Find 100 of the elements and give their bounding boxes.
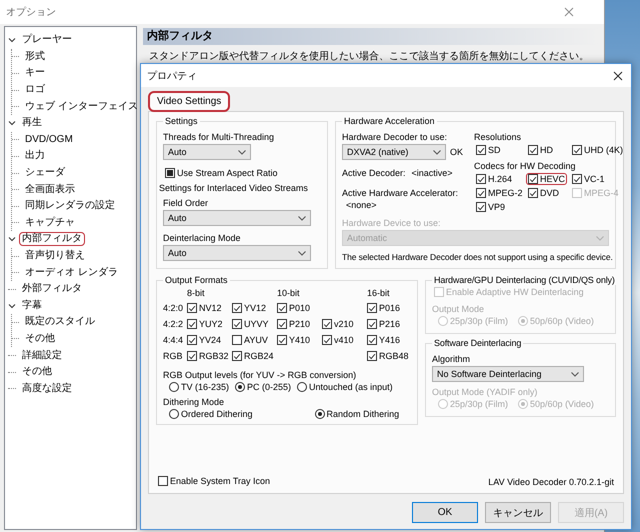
caret-icon <box>596 236 604 240</box>
tree-item[interactable]: 全画面表示 <box>22 182 78 197</box>
caret-icon <box>571 372 579 376</box>
tree-item[interactable]: 再生 <box>19 116 45 130</box>
tree-item[interactable]: シェーダ <box>22 166 68 180</box>
row-label: RGB <box>163 351 183 361</box>
format-checkbox[interactable]: Y416 <box>365 334 402 346</box>
field-label: Hardware Decoder to use: <box>342 132 448 142</box>
group-title: Output Formats <box>164 275 229 285</box>
tree-item[interactable]: プレーヤー <box>19 33 75 48</box>
version-text: LAV Video Decoder 0.70.2.1-git <box>488 477 615 487</box>
tree-item[interactable]: ウェブ インターフェイス <box>22 100 141 114</box>
column-header: 10-bit <box>276 288 300 298</box>
tree-item[interactable]: 出力 <box>22 149 48 164</box>
section-label: RGB Output levels (for YUV -> RGB conversion) <box>163 370 358 380</box>
chevron-down-icon[interactable] <box>8 302 16 310</box>
tree-item[interactable]: その他 <box>22 332 58 346</box>
field-label: Threads for Multi-Threading <box>163 132 276 142</box>
dithering-radio[interactable]: Random Dithering <box>314 409 400 419</box>
tree-item[interactable]: その他 <box>19 365 55 380</box>
row-label: 4:2:2 <box>163 319 184 329</box>
column-header: 16-bit <box>366 288 390 298</box>
format-checkbox[interactable]: NV12 <box>185 302 224 314</box>
tree-item[interactable]: ロゴ <box>22 83 48 98</box>
group-title: Hardware/GPU Deinterlacing (CUVID/QS only) <box>433 275 616 285</box>
format-checkbox[interactable]: RGB24 <box>230 350 276 362</box>
format-checkbox[interactable]: Y410 <box>275 334 312 346</box>
dithering-radio[interactable]: Ordered Dithering <box>169 409 253 419</box>
tree-item[interactable]: 既定のスタイル <box>22 315 98 330</box>
codec-checkbox[interactable]: HEVC <box>526 173 568 185</box>
tree-item[interactable]: 詳細設定 <box>19 348 65 363</box>
decoder-dropdown[interactable]: DXVA2 (native) <box>342 144 446 160</box>
chevron-down-icon[interactable] <box>8 119 16 128</box>
rgb-level-radio[interactable]: TV (16-235) <box>169 382 230 392</box>
format-checkbox[interactable]: YV12 <box>230 302 268 314</box>
section-label: Dithering Mode <box>163 397 226 407</box>
tray-icon-checkbox[interactable]: Enable System Tray Icon <box>156 475 272 487</box>
tree-item[interactable]: 内部フィルタ <box>19 232 85 246</box>
group-title: Hardware Acceleration <box>343 116 436 126</box>
format-checkbox[interactable]: v210 <box>320 318 356 330</box>
resolution-checkbox[interactable]: HD <box>526 144 555 156</box>
field-label: Deinterlacing Mode <box>163 233 242 243</box>
caret-icon <box>298 216 306 220</box>
tree-item[interactable]: キャプチャ <box>22 216 78 230</box>
format-checkbox[interactable]: P216 <box>365 318 402 330</box>
tree-item[interactable]: DVD/OGM <box>22 132 76 147</box>
codec-checkbox[interactable]: DVD <box>526 187 562 199</box>
tab[interactable]: Video Settings <box>148 91 230 112</box>
caret-icon <box>238 150 246 154</box>
chevron-down-icon[interactable] <box>8 36 16 44</box>
resolution-checkbox[interactable]: UHD (4K) <box>570 144 626 156</box>
dialog-button[interactable]: キャンセル <box>485 502 551 523</box>
field-value: <inactive> <box>412 168 453 178</box>
field-label: Active Decoder: <box>342 168 406 178</box>
chevron-down-icon[interactable] <box>8 235 16 244</box>
group-title: Software Deinterlacing <box>433 338 522 348</box>
resolution-checkbox[interactable]: SD <box>474 144 503 156</box>
format-checkbox[interactable]: RGB48 <box>365 350 411 362</box>
close-icon[interactable] <box>613 70 623 80</box>
format-checkbox[interactable]: v410 <box>320 334 356 346</box>
field-label: Output Mode <box>432 304 486 314</box>
format-checkbox[interactable]: RGB32 <box>185 350 231 362</box>
caret-icon <box>298 250 306 256</box>
format-checkbox[interactable]: P016 <box>365 302 402 314</box>
codec-checkbox[interactable]: VC-1 <box>570 173 607 185</box>
deinterlacing-dropdown[interactable]: Auto <box>163 245 311 261</box>
rgb-level-radio[interactable]: Untouched (as input) <box>297 382 393 392</box>
tree-item[interactable]: 高度な設定 <box>19 382 75 396</box>
field-label: Field Order <box>163 198 210 208</box>
field-label: Algorithm <box>432 354 472 364</box>
tree-item[interactable]: 外部フィルタ <box>19 282 85 296</box>
dialog-button[interactable]: OK <box>412 502 478 523</box>
decoder-status: OK <box>450 147 464 157</box>
caret-icon <box>433 150 441 154</box>
format-checkbox[interactable]: YV24 <box>185 334 224 346</box>
aspect-checkbox[interactable]: Use Stream Aspect Ratio <box>163 167 280 179</box>
page-description: スタンドアロン版や代替フィルタを使用したい場合、ここで該当する箇所を無効にしてください。 <box>148 50 590 63</box>
threads-dropdown[interactable]: Auto <box>163 144 251 160</box>
tree-item[interactable]: オーディオ レンダラ <box>22 266 121 280</box>
tree-item[interactable]: キー <box>22 66 48 80</box>
format-checkbox[interactable]: UYVY <box>230 318 271 330</box>
tree-item[interactable]: 形式 <box>22 50 48 64</box>
field-order-dropdown[interactable]: Auto <box>163 210 311 226</box>
format-checkbox[interactable]: P010 <box>275 302 312 314</box>
format-checkbox[interactable]: YUY2 <box>185 318 225 330</box>
dialog-title: プロパティ <box>147 70 197 82</box>
tree-item[interactable]: 音声切り替え <box>22 249 88 264</box>
section-label: Codecs for HW Decoding <box>474 161 577 171</box>
field-label: Hardware Device to use: <box>342 218 442 228</box>
codec-checkbox[interactable]: VP9 <box>474 201 508 213</box>
format-checkbox[interactable]: P210 <box>275 318 312 330</box>
tree-item[interactable]: 同期レンダラの設定 <box>22 199 118 214</box>
codec-checkbox[interactable]: H.264 <box>474 173 514 185</box>
group-title: Settings <box>164 116 199 126</box>
codec-checkbox[interactable]: MPEG-2 <box>474 187 525 199</box>
window-title: オプション <box>6 6 56 19</box>
rgb-level-radio[interactable]: PC (0-255) <box>235 382 292 392</box>
format-checkbox[interactable]: AYUV <box>230 334 270 346</box>
tree-item[interactable]: 字幕 <box>19 298 45 313</box>
field-label: Output Mode (YADIF only) <box>432 387 538 397</box>
